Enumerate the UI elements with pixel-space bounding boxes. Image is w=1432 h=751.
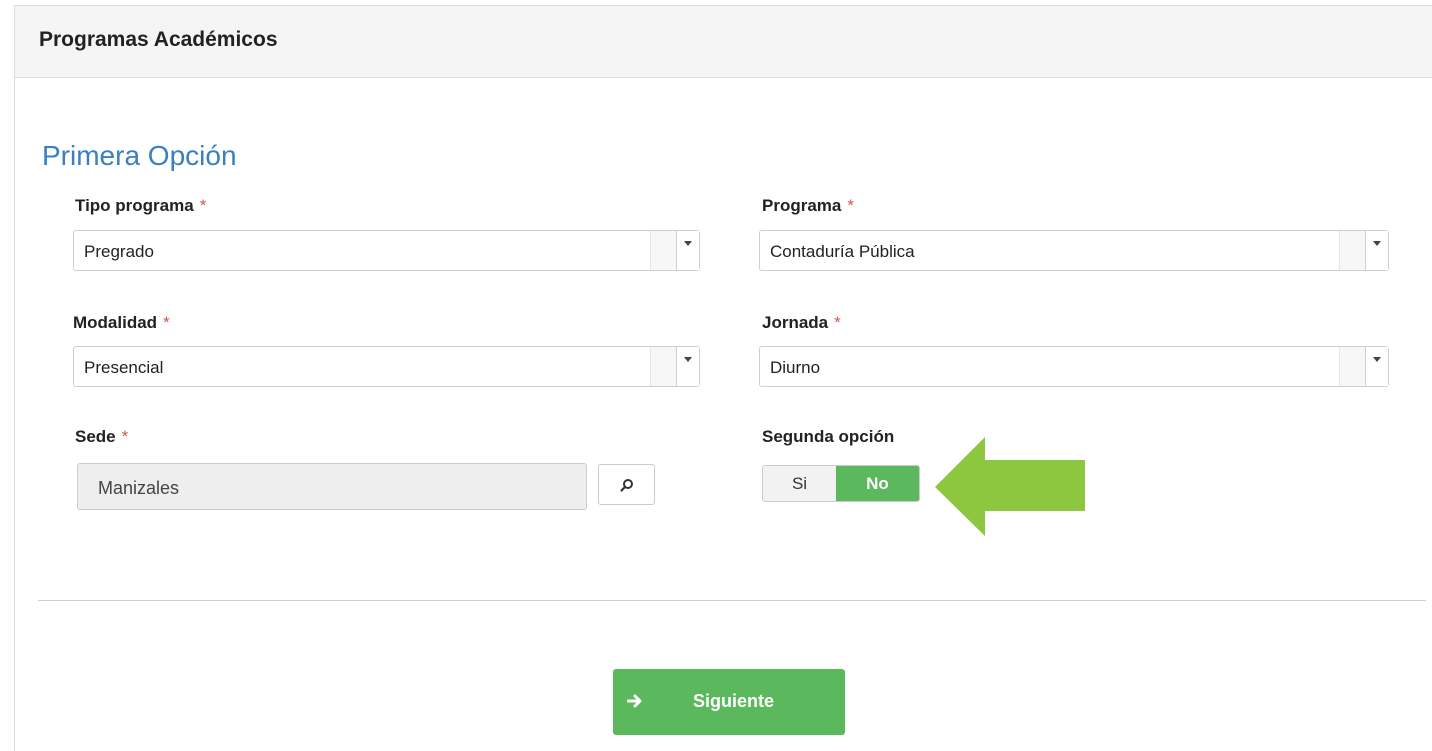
modalidad-value: Presencial (84, 358, 164, 377)
modalidad-label: Modalidad * (73, 313, 170, 333)
section-title: Primera Opción (42, 140, 237, 171)
jornada-label: Jornada * (762, 313, 841, 333)
programa-select[interactable]: Contaduría Pública (759, 230, 1389, 271)
caret-down-icon (684, 357, 692, 362)
tipo-programa-label-text: Tipo programa (75, 196, 194, 215)
sede-label-text: Sede (75, 427, 116, 446)
sede-label: Sede * (75, 427, 128, 447)
jornada-value: Diurno (770, 358, 821, 377)
required-mark: * (199, 196, 207, 215)
required-mark: * (834, 313, 841, 332)
annotation-arrow-icon (935, 437, 1085, 536)
caret-down-icon (684, 241, 692, 246)
modalidad-dropdown-toggle[interactable] (676, 347, 699, 386)
segunda-opcion-toggle[interactable]: Si No (762, 465, 920, 502)
panel-heading: Programas Académicos (15, 6, 1432, 78)
divider (38, 600, 1426, 601)
tipo-programa-label: Tipo programa * (75, 196, 206, 216)
programa-value: Contaduría Pública (770, 242, 915, 261)
next-button[interactable]: Siguiente (613, 669, 845, 735)
tipo-programa-value: Pregrado (84, 242, 154, 261)
caret-down-icon (1373, 241, 1381, 246)
programa-label: Programa * (762, 196, 854, 216)
toggle-option-si[interactable]: Si (763, 466, 836, 501)
toggle-option-no[interactable]: No (836, 466, 919, 501)
programa-label-text: Programa (762, 196, 842, 215)
programa-dropdown-toggle[interactable] (1365, 231, 1388, 270)
sede-input: Manizales (77, 463, 587, 510)
tipo-programa-select[interactable]: Pregrado (73, 230, 700, 271)
sede-value: Manizales (98, 478, 180, 498)
caret-down-icon (1373, 357, 1381, 362)
modalidad-select[interactable]: Presencial (73, 346, 700, 387)
tipo-programa-dropdown-toggle[interactable] (676, 231, 699, 270)
jornada-dropdown-toggle[interactable] (1365, 347, 1388, 386)
segunda-opcion-label: Segunda opción (762, 427, 895, 446)
required-mark: * (847, 196, 854, 215)
search-icon (620, 479, 633, 492)
sede-search-button[interactable] (598, 464, 655, 505)
required-mark: * (121, 427, 129, 446)
next-button-label: Siguiente (693, 691, 775, 711)
jornada-select[interactable]: Diurno (759, 346, 1389, 387)
arrow-right-icon (627, 694, 642, 708)
required-mark: * (163, 313, 170, 332)
modalidad-label-text: Modalidad (73, 313, 158, 332)
panel-title: Programas Académicos (39, 28, 278, 51)
jornada-label-text: Jornada (762, 313, 829, 332)
